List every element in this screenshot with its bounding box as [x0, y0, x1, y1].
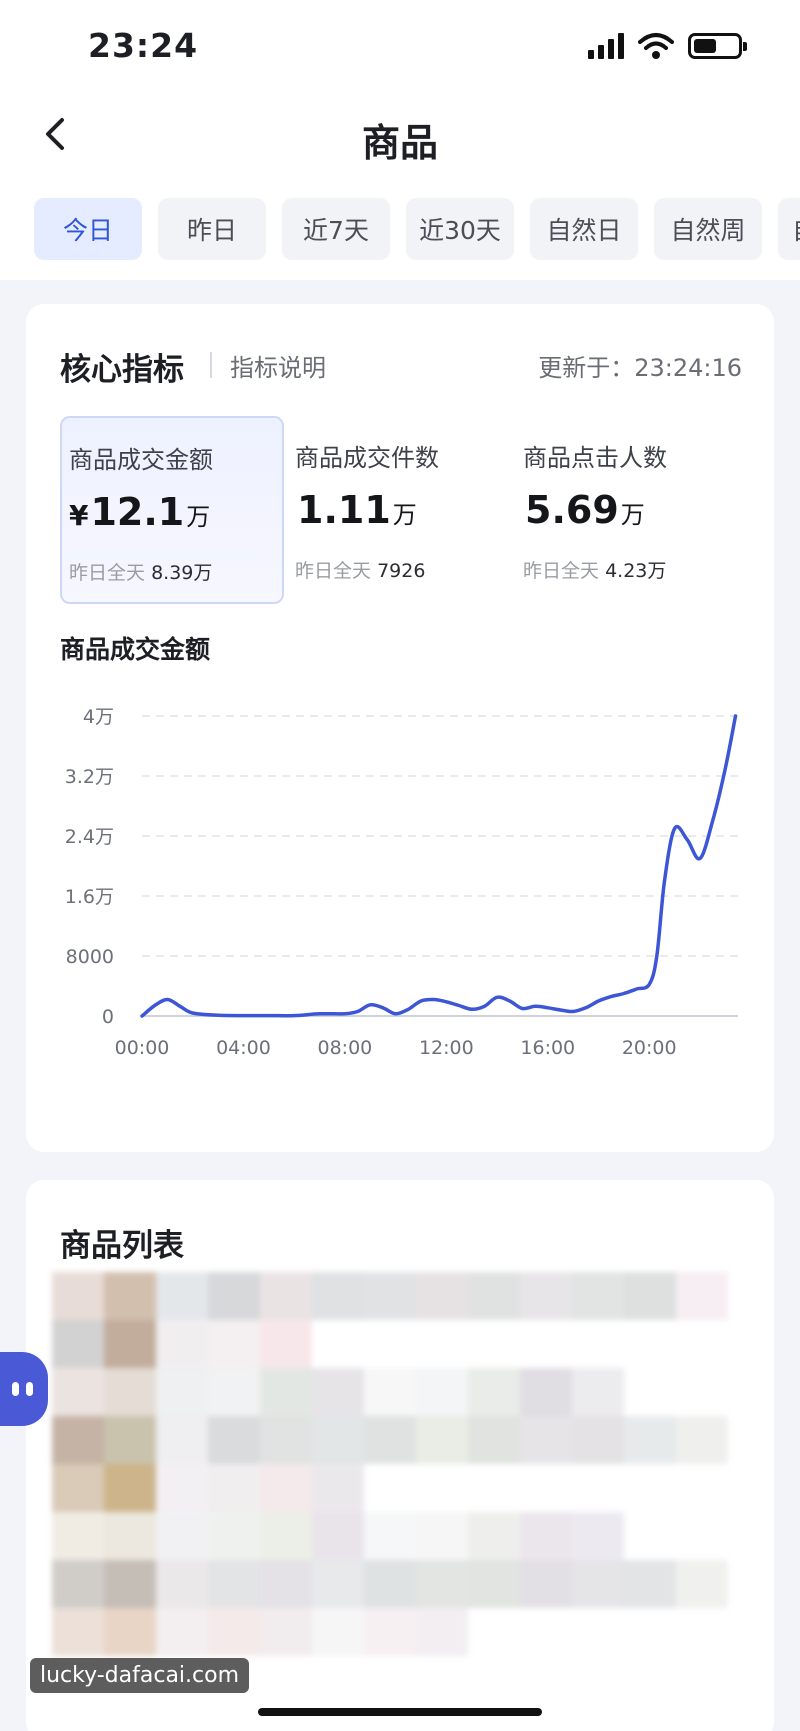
battery-icon [688, 33, 747, 59]
tab-yesterday[interactable]: 昨日 [158, 198, 266, 260]
x-tick-label: 00:00 [115, 1037, 170, 1059]
watermark: lucky-dafacai.com [30, 1658, 250, 1693]
metric-value: ¥12.1万 [69, 490, 210, 534]
metric-sub-label: 昨日全天 [295, 560, 372, 582]
status-bar: 23:24 [0, 0, 800, 92]
metric-sub-value: 7926 [377, 560, 426, 582]
metric-label: 商品成交件数 [295, 444, 439, 472]
currency-symbol: ¥ [69, 499, 89, 532]
metric-unit: 万 [392, 501, 417, 529]
metric-label: 商品点击人数 [523, 444, 667, 472]
metric-yesterday: 昨日全天 7926 [295, 556, 425, 583]
y-tick-label: 8000 [66, 946, 114, 968]
metric-label: 商品成交金额 [69, 446, 213, 474]
tab-natural-week[interactable]: 自然周 [654, 198, 762, 260]
metric-sub-label: 昨日全天 [523, 560, 600, 582]
tab-today[interactable]: 今日 [34, 198, 142, 260]
metric-sub-unit: 万 [647, 560, 667, 582]
y-tick-label: 2.4万 [65, 826, 114, 848]
metric-clicks[interactable]: 商品点击人数 5.69万 昨日全天 4.23万 [516, 416, 740, 604]
y-tick-label: 1.6万 [65, 886, 114, 908]
nav-bar: 商品 [0, 92, 800, 176]
y-tick-label: 3.2万 [65, 766, 114, 788]
product-list-title: 商品列表 [60, 1228, 184, 1264]
core-metrics-title: 核心指标 [60, 352, 184, 388]
metric-units-sold[interactable]: 商品成交件数 1.11万 昨日全天 7926 [288, 416, 512, 604]
tab-last-7-days[interactable]: 近7天 [282, 198, 390, 260]
metric-unit: 万 [186, 503, 211, 531]
date-range-tabs: 今日 昨日 近7天 近30天 自然日 自然周 自然月 [0, 176, 800, 280]
metrics-help-link[interactable]: 指标说明 [230, 348, 326, 383]
blurred-product-list [52, 1272, 772, 1702]
gmv-line-chart: 0 8000 1.6万 2.4万 3.2万 4万 00:00 04:00 08:00 12:00 1… [65, 706, 738, 1059]
tab-natural-month[interactable]: 自然月 [778, 198, 800, 260]
x-tick-label: 16:00 [520, 1037, 575, 1059]
y-tick-label: 4万 [83, 706, 114, 728]
tab-natural-day[interactable]: 自然日 [530, 198, 638, 260]
page-title: 商品 [361, 121, 438, 165]
tab-last-30-days[interactable]: 近30天 [406, 198, 514, 260]
status-icons [588, 32, 747, 60]
wifi-icon [638, 33, 674, 59]
x-tick-label: 04:00 [216, 1037, 271, 1059]
metric-number: 12.1 [90, 490, 185, 534]
metric-value: 1.11万 [295, 488, 417, 532]
metric-sub-unit: 万 [193, 562, 213, 584]
metric-gmv[interactable]: 商品成交金额 ¥12.1万 昨日全天 8.39万 [60, 416, 284, 604]
metric-sub-label: 昨日全天 [69, 562, 146, 584]
y-tick-label: 0 [102, 1006, 114, 1028]
metric-value: 5.69万 [523, 488, 645, 532]
home-indicator [258, 1708, 542, 1716]
assistant-robot-icon[interactable] [0, 1352, 48, 1426]
core-metrics-card: 核心指标 指标说明 更新于：23:24:16 商品成交金额 ¥12.1万 昨日全… [26, 304, 774, 1152]
cellular-signal-icon [588, 33, 624, 59]
metric-yesterday: 昨日全天 4.23万 [523, 556, 666, 583]
metric-number: 5.69 [525, 488, 619, 532]
metric-sub-value: 8.39 [151, 562, 194, 584]
metric-unit: 万 [620, 501, 645, 529]
product-list-card: 商品列表 [26, 1180, 774, 1731]
metric-yesterday: 昨日全天 8.39万 [69, 558, 212, 585]
gmv-series-line [140, 714, 738, 1018]
x-tick-label: 08:00 [318, 1037, 373, 1059]
x-tick-label: 20:00 [622, 1037, 677, 1059]
updated-time: 更新于：23:24:16 [538, 354, 742, 382]
metric-sub-value: 4.23 [605, 560, 648, 582]
metric-number: 1.11 [297, 488, 391, 532]
status-time: 23:24 [88, 26, 199, 65]
x-tick-label: 12:00 [419, 1037, 474, 1059]
chart-title: 商品成交金额 [60, 635, 211, 664]
title-divider [210, 352, 212, 378]
